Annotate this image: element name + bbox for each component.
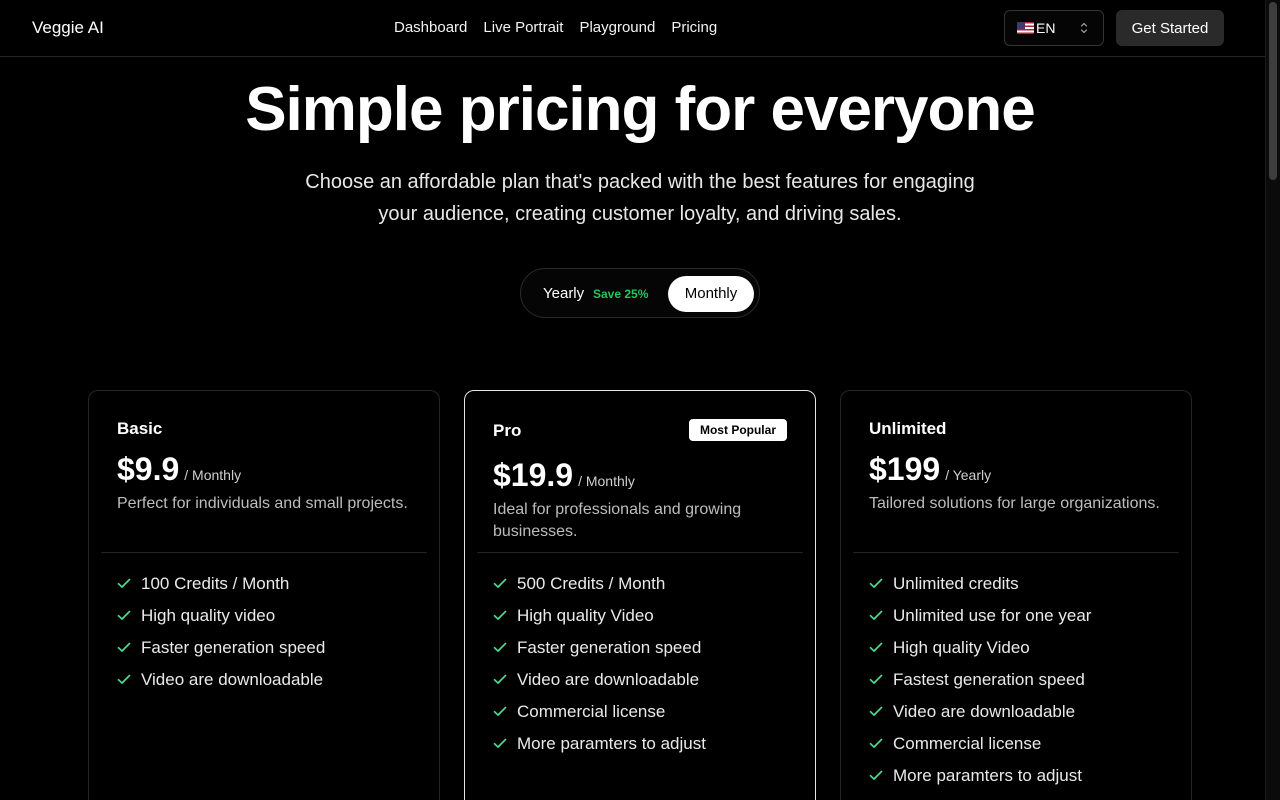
feature-item: Video are downloadable <box>117 670 325 702</box>
card-divider <box>477 552 803 553</box>
feature-item: Video are downloadable <box>493 670 706 702</box>
check-icon <box>869 642 883 652</box>
feature-text: 100 Credits / Month <box>141 574 290 593</box>
language-label: EN <box>1036 20 1056 36</box>
top-nav-bar: Veggie AI Dashboard Live Portrait Playgr… <box>0 0 1265 57</box>
plan-name: Unlimited <box>869 419 947 438</box>
page-title: Simple pricing for everyone <box>245 75 1036 144</box>
plan-price-row: $199 / Yearly <box>869 451 991 488</box>
nav-playground[interactable]: Playground <box>579 19 655 36</box>
check-icon <box>493 578 507 588</box>
feature-item: Faster generation speed <box>493 638 706 670</box>
card-divider <box>853 552 1179 553</box>
check-icon <box>869 738 883 748</box>
feature-list: 500 Credits / Month High quality Video Fas… <box>493 574 706 766</box>
feature-item: Commercial license <box>493 702 706 734</box>
nav-live-portrait[interactable]: Live Portrait <box>483 19 563 36</box>
check-icon <box>117 578 131 588</box>
feature-item: Video are downloadable <box>869 702 1091 734</box>
feature-text: High quality video <box>141 606 276 625</box>
toggle-monthly[interactable]: Monthly <box>668 276 754 312</box>
save-badge: Save 25% <box>593 287 649 301</box>
check-icon <box>869 578 883 588</box>
main-nav: Dashboard Live Portrait Playground Prici… <box>394 19 717 36</box>
check-icon <box>869 674 883 684</box>
check-icon <box>493 642 507 652</box>
feature-item: Unlimited use for one year <box>869 606 1091 638</box>
page-subtitle: Choose an affordable plan that's packed … <box>305 171 975 225</box>
plan-price-row: $9.9 / Monthly <box>117 451 241 488</box>
feature-text: Unlimited credits <box>893 574 1019 593</box>
feature-item: Fastest generation speed <box>869 670 1091 702</box>
check-icon <box>493 738 507 748</box>
plan-period: / Yearly <box>945 467 992 483</box>
feature-list: 100 Credits / Month High quality video Fas… <box>117 574 325 702</box>
check-icon <box>117 642 131 652</box>
toggle-yearly[interactable]: Yearly <box>543 285 584 302</box>
feature-text: Fastest generation speed <box>893 670 1085 689</box>
feature-item: 100 Credits / Month <box>117 574 325 606</box>
plan-description: Tailored solutions for large organizatio… <box>869 495 1160 512</box>
plan-card-pro: Pro Most Popular $19.9 / Monthly Ideal f… <box>464 390 816 800</box>
feature-item: More paramters to adjust <box>869 766 1091 798</box>
plan-description: Perfect for individuals and small projec… <box>117 495 408 512</box>
billing-period-toggle: Yearly Save 25% Monthly <box>520 268 760 318</box>
check-icon <box>117 610 131 620</box>
plan-price: $199 <box>869 451 941 487</box>
feature-text: Video are downloadable <box>893 702 1076 721</box>
feature-text: Video are downloadable <box>141 670 324 689</box>
feature-text: More paramters to adjust <box>893 766 1082 785</box>
feature-item: Unlimited credits <box>869 574 1091 606</box>
check-icon <box>869 770 883 780</box>
plan-price: $19.9 <box>493 457 574 493</box>
plan-description: Ideal for professionals and growing busi… <box>493 501 742 540</box>
language-select[interactable]: EN <box>1004 10 1104 46</box>
plan-price: $9.9 <box>117 451 180 487</box>
check-icon <box>869 706 883 716</box>
check-icon <box>493 610 507 620</box>
plan-price-row: $19.9 / Monthly <box>493 457 635 494</box>
plan-card-basic: Basic $9.9 / Monthly Perfect for individ… <box>88 390 440 800</box>
feature-list: Unlimited credits Unlimited use for one y… <box>869 574 1091 798</box>
us-flag-icon <box>1017 22 1034 34</box>
feature-item: 500 Credits / Month <box>493 574 706 606</box>
feature-text: More paramters to adjust <box>517 734 706 753</box>
feature-text: Faster generation speed <box>517 638 702 657</box>
feature-item: Faster generation speed <box>117 638 325 670</box>
nav-dashboard[interactable]: Dashboard <box>394 19 467 36</box>
pricing-page: Veggie AI Dashboard Live Portrait Playgr… <box>0 0 1280 800</box>
feature-text: High quality Video <box>517 606 654 625</box>
feature-text: Commercial license <box>517 702 666 721</box>
feature-text: Unlimited use for one year <box>893 606 1092 625</box>
feature-text: Video are downloadable <box>517 670 700 689</box>
check-icon <box>493 706 507 716</box>
plan-name: Pro <box>493 421 522 440</box>
feature-item: More paramters to adjust <box>493 734 706 766</box>
most-popular-badge: Most Popular <box>688 419 787 441</box>
check-icon <box>869 610 883 620</box>
feature-item: High quality Video <box>493 606 706 638</box>
nav-pricing[interactable]: Pricing <box>671 19 717 36</box>
check-icon <box>493 674 507 684</box>
plan-name: Basic <box>117 419 163 438</box>
brand-logo[interactable]: Veggie AI <box>32 18 104 38</box>
feature-item: High quality video <box>117 606 325 638</box>
feature-text: High quality Video <box>893 638 1030 657</box>
feature-item: Commercial license <box>869 734 1091 766</box>
feature-text: 500 Credits / Month <box>517 574 666 593</box>
plan-period: / Monthly <box>184 467 242 483</box>
plan-card-unlimited: Unlimited $199 / Yearly Tailored solutio… <box>840 390 1192 800</box>
get-started-button[interactable]: Get Started <box>1116 10 1224 46</box>
feature-text: Faster generation speed <box>141 638 326 657</box>
feature-text: Commercial license <box>893 734 1042 753</box>
card-divider <box>101 552 427 553</box>
check-icon <box>117 674 131 684</box>
chevron-up-down-icon <box>1080 22 1088 34</box>
plan-period: / Monthly <box>578 473 635 489</box>
feature-item: High quality Video <box>869 638 1091 670</box>
